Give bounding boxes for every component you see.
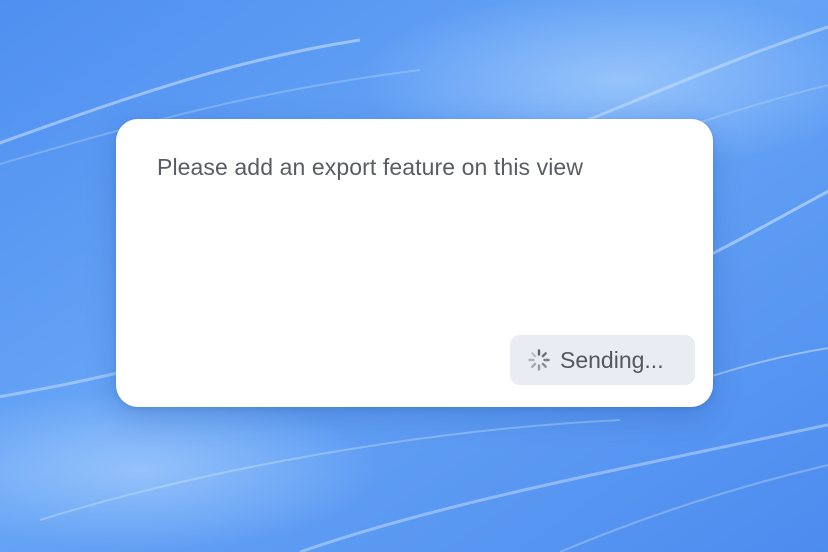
spinner-icon (527, 348, 551, 372)
message-text[interactable]: Please add an export feature on this vie… (157, 152, 683, 182)
send-button[interactable]: Sending... (510, 335, 695, 385)
compose-card: Please add an export feature on this vie… (116, 119, 713, 407)
send-button-label: Sending... (560, 347, 664, 373)
